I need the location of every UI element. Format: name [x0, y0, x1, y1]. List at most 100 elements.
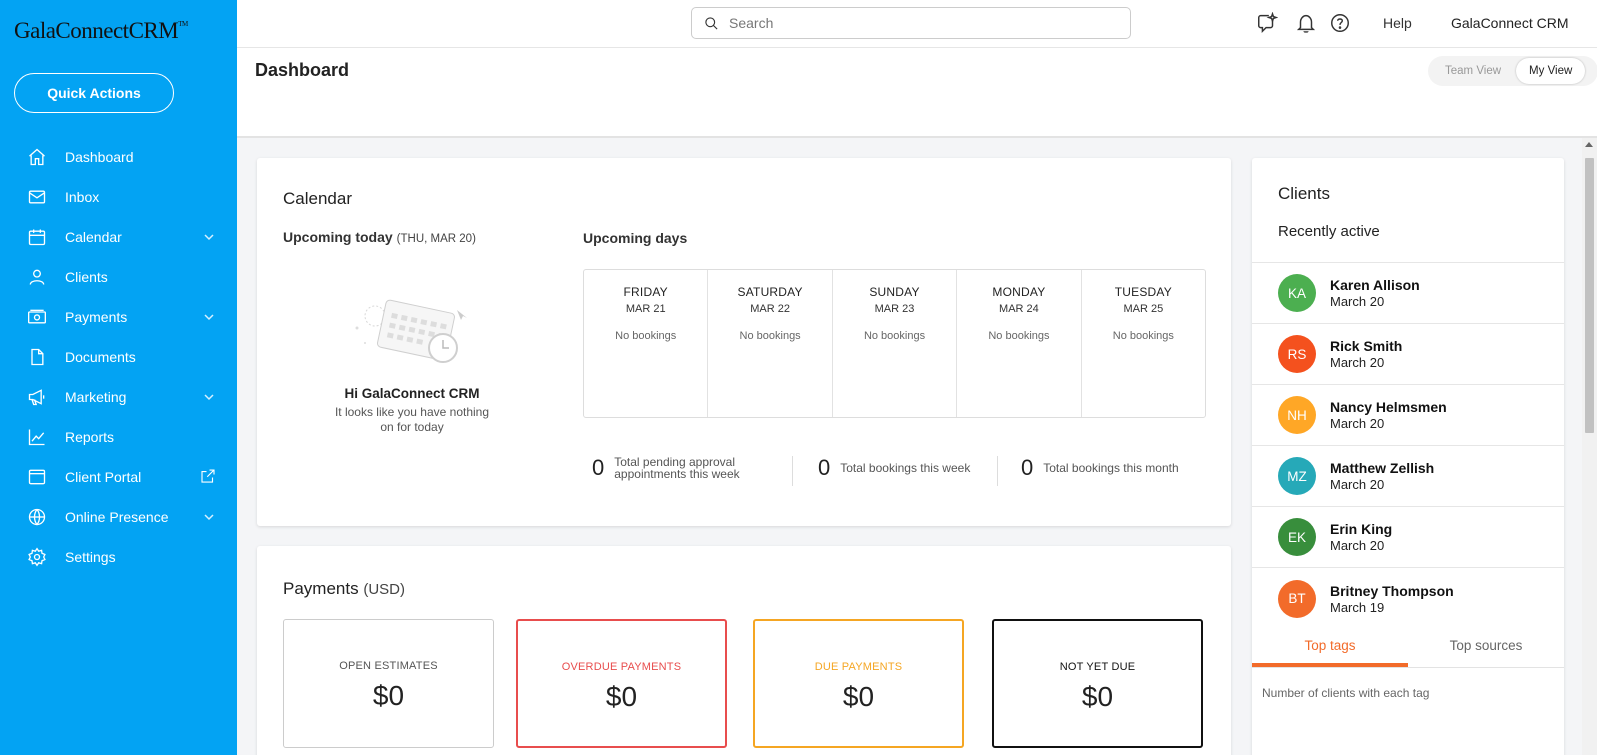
sidebar-item-reports[interactable]: Reports [0, 417, 237, 457]
day-column[interactable]: SUNDAY MAR 23 No bookings [833, 270, 958, 417]
tab-top-sources[interactable]: Top sources [1408, 628, 1564, 667]
open-estimates-box[interactable]: OPEN ESTIMATES $0 [283, 619, 494, 748]
upcoming-days-grid: FRIDAY MAR 21 No bookings SATURDAY MAR 2… [583, 269, 1206, 418]
day-status: No bookings [988, 330, 1050, 342]
view-toggle: Team View My View [1428, 56, 1597, 86]
chevron-down-icon[interactable] [203, 230, 215, 248]
client-date: March 20 [1330, 538, 1385, 553]
top-bar: Help GalaConnect CRM [237, 0, 1597, 48]
search-box[interactable] [691, 7, 1131, 39]
person-icon [26, 266, 48, 288]
sidebar-item-label: Calendar [65, 229, 122, 245]
home-icon [26, 146, 48, 168]
help-link[interactable]: Help [1383, 15, 1412, 31]
payment-value: $0 [372, 680, 405, 711]
search-input[interactable] [729, 15, 1109, 31]
sidebar-item-label: Settings [65, 549, 116, 565]
chevron-down-icon[interactable] [203, 310, 215, 328]
client-date: March 20 [1330, 477, 1385, 492]
chat-sparkle-icon[interactable] [1256, 11, 1279, 34]
not-yet-due-box[interactable]: NOT YET DUE $0 [992, 619, 1203, 748]
client-name: Britney Thompson [1330, 582, 1454, 599]
sidebar-item-marketing[interactable]: Marketing [0, 377, 237, 417]
day-name: SUNDAY [869, 285, 920, 299]
calendar-title: Calendar [283, 189, 352, 208]
scroll-thumb[interactable] [1585, 158, 1594, 433]
sidebar-item-label: Documents [65, 349, 136, 365]
day-name: SATURDAY [737, 285, 803, 299]
avatar: RS [1278, 335, 1316, 373]
sidebar-nav: Dashboard Inbox Calendar Clients Payment… [0, 137, 237, 577]
day-column[interactable]: MONDAY MAR 24 No bookings [957, 270, 1082, 417]
client-row[interactable]: KA Karen Allison March 20 [1252, 263, 1564, 324]
stat-label: Total pending approval appointments this … [614, 455, 740, 481]
sidebar-item-label: Reports [65, 429, 115, 445]
browser-window-icon [26, 466, 48, 488]
account-menu[interactable]: GalaConnect CRM [1451, 15, 1569, 31]
sidebar-item-documents[interactable]: Documents [0, 337, 237, 377]
clients-title: Clients [1278, 184, 1330, 203]
team-view-button[interactable]: Team View [1432, 58, 1514, 84]
sidebar: GalaConnectCRMTM Quick Actions Dashboard… [0, 0, 237, 755]
due-payments-box[interactable]: DUE PAYMENTS $0 [753, 619, 964, 748]
overdue-payments-box[interactable]: OVERDUE PAYMENTS $0 [516, 619, 727, 748]
scroll-up-arrow-icon[interactable] [1585, 142, 1593, 147]
payments-card: Payments (USD) OPEN ESTIMATES $0 OVERDUE… [257, 546, 1231, 755]
stat-bookings-week: 0 Total bookings this week [818, 455, 970, 481]
empty-message: It looks like you have nothing on for to… [334, 405, 490, 434]
stat-value: 0 [1021, 455, 1034, 480]
day-status: No bookings [1112, 330, 1174, 342]
empty-calendar-illustration [355, 299, 467, 363]
page-title: Dashboard [255, 60, 350, 80]
today-date: (THU, MAR 20) [396, 233, 476, 245]
day-status: No bookings [739, 330, 801, 342]
sidebar-item-clients[interactable]: Clients [0, 257, 237, 297]
search-icon [705, 16, 718, 30]
avatar: MZ [1278, 457, 1316, 495]
chevron-down-icon[interactable] [203, 510, 215, 528]
document-icon [26, 346, 48, 368]
sidebar-item-client-portal[interactable]: Client Portal [0, 457, 237, 497]
client-row[interactable]: RS Rick Smith March 20 [1252, 324, 1564, 385]
day-column[interactable]: FRIDAY MAR 21 No bookings [584, 270, 709, 417]
sidebar-item-online-presence[interactable]: Online Presence [0, 497, 237, 537]
quick-actions-button[interactable]: Quick Actions [14, 73, 174, 113]
client-row[interactable]: NH Nancy Helmsmen March 20 [1252, 385, 1564, 446]
day-date: MAR 25 [1123, 303, 1164, 315]
clients-tabs: Top tags Top sources [1252, 628, 1564, 668]
clients-card: Clients Recently active KA Karen Allison… [1252, 158, 1564, 755]
avatar: KA [1278, 274, 1316, 312]
sidebar-item-dashboard[interactable]: Dashboard [0, 137, 237, 177]
day-date: MAR 22 [750, 303, 790, 315]
external-link-icon[interactable] [199, 467, 217, 490]
page-scrollbar[interactable] [1582, 138, 1597, 755]
client-row[interactable]: EK Erin King March 20 [1252, 507, 1564, 568]
my-view-button[interactable]: My View [1516, 58, 1586, 84]
upcoming-today-heading: Upcoming today (THU, MAR 20) [283, 229, 476, 245]
client-name: Erin King [1330, 521, 1393, 537]
stat-divider [792, 456, 793, 486]
bell-icon[interactable] [1295, 12, 1317, 34]
help-icon[interactable] [1329, 12, 1351, 34]
envelope-icon [26, 186, 48, 208]
tab-top-tags[interactable]: Top tags [1252, 628, 1408, 667]
calendar-icon [26, 226, 48, 248]
sidebar-item-label: Payments [65, 309, 128, 325]
chevron-down-icon[interactable] [203, 390, 215, 408]
sidebar-item-label: Dashboard [65, 149, 134, 165]
client-date: March 19 [1330, 599, 1385, 615]
client-row[interactable]: MZ Matthew Zellish March 20 [1252, 446, 1564, 507]
client-name: Matthew Zellish [1330, 460, 1435, 476]
client-date: March 20 [1330, 294, 1385, 309]
app-logo[interactable]: GalaConnectCRMTM [14, 18, 188, 44]
day-column[interactable]: SATURDAY MAR 22 No bookings [708, 270, 833, 417]
sidebar-item-payments[interactable]: Payments [0, 297, 237, 337]
client-date: March 20 [1330, 416, 1385, 431]
client-row[interactable]: BT Britney Thompson March 19 [1252, 568, 1564, 629]
sidebar-item-inbox[interactable]: Inbox [0, 177, 237, 217]
day-column[interactable]: TUESDAY MAR 25 No bookings [1082, 270, 1205, 417]
sidebar-item-calendar[interactable]: Calendar [0, 217, 237, 257]
avatar: NH [1278, 396, 1316, 434]
money-icon [26, 306, 48, 328]
sidebar-item-settings[interactable]: Settings [0, 537, 237, 577]
